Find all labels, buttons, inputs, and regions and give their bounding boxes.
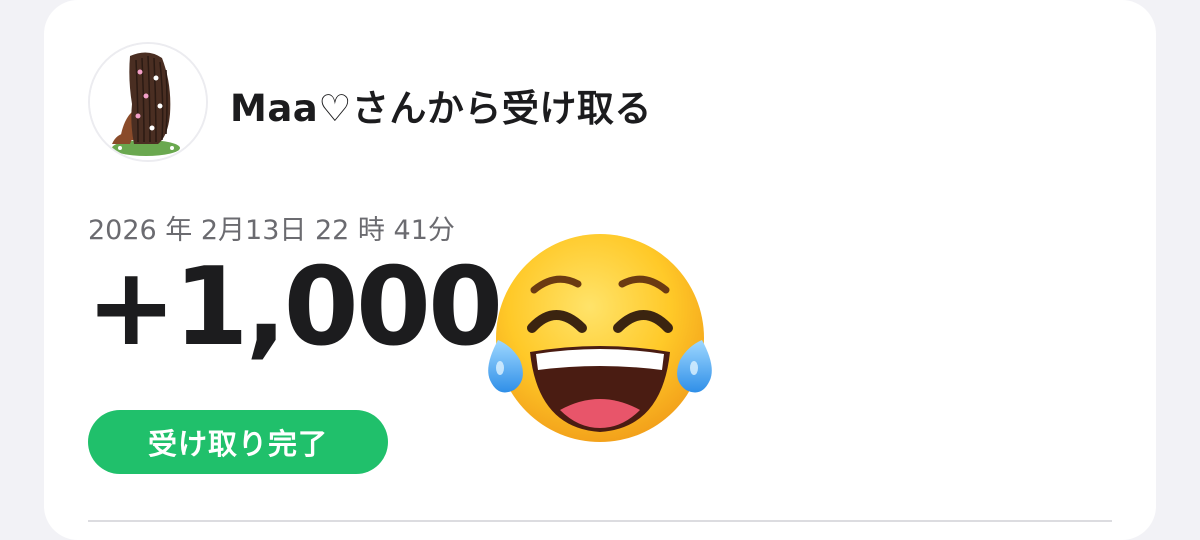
divider: [88, 520, 1112, 522]
avatar[interactable]: [88, 42, 208, 162]
amount-value: +1,000: [86, 245, 503, 370]
sender-title: Maa♡さんから受け取る: [230, 87, 652, 130]
status-badge: 受け取り完了: [88, 410, 388, 474]
face-with-tears-of-joy-icon: [488, 234, 712, 442]
avatar-illustration: [90, 44, 206, 160]
transaction-timestamp: 2026 年 2月13日 22 時 41分: [88, 215, 455, 246]
